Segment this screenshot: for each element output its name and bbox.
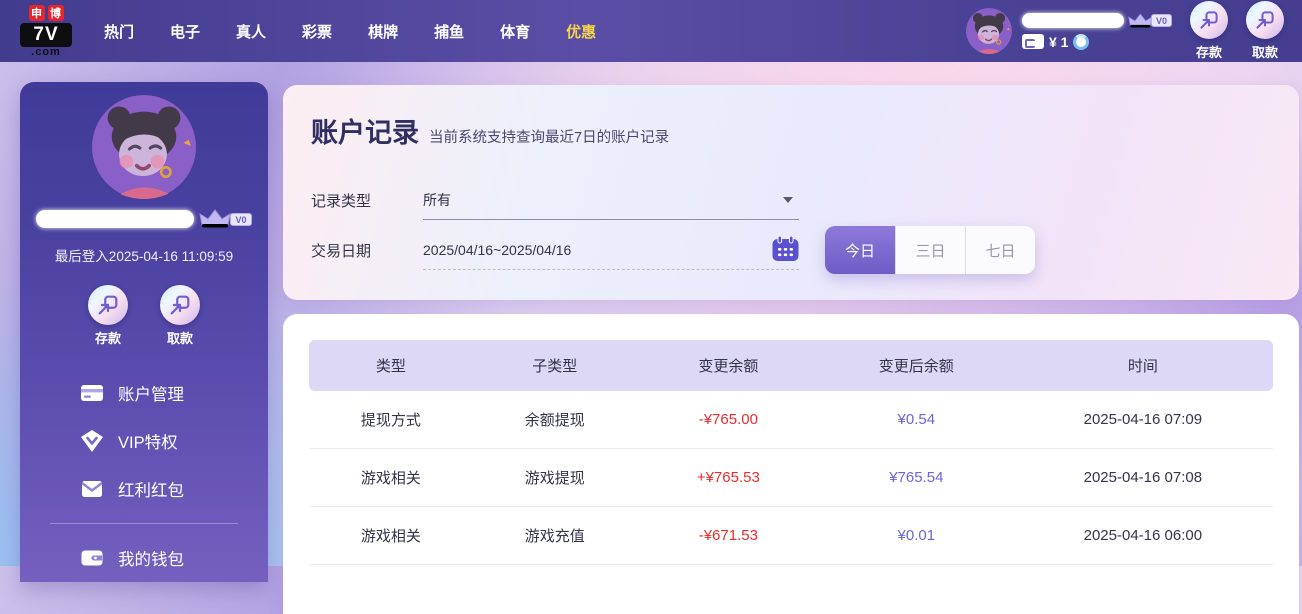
page-title: 账户记录	[311, 111, 419, 150]
withdraw-button[interactable]: 取款	[1246, 1, 1284, 61]
date-range-button-group: 今日 三日 七日	[825, 226, 1035, 274]
cell-balance-after: ¥0.01	[820, 507, 1013, 565]
record-type-select[interactable]: 所有	[423, 180, 799, 220]
cell-change-amount: -¥765.00	[637, 391, 820, 449]
record-type-label: 记录类型	[311, 190, 423, 211]
range-button-7days[interactable]: 七日	[965, 226, 1035, 274]
sidebar-deposit-button[interactable]: 存款	[88, 285, 128, 347]
cell-type: 提现方式	[309, 391, 473, 449]
logo-badge-shen: 申	[29, 5, 45, 21]
withdraw-icon	[160, 285, 200, 325]
logo-suffix-text: .com	[20, 46, 72, 58]
header-subtype: 子类型	[473, 340, 637, 391]
table-header-row: 类型 子类型 变更余额 变更后余额 时间	[309, 340, 1273, 391]
table-row: 提现方式 余额提现 -¥765.00 ¥0.54 2025-04-16 07:0…	[309, 391, 1273, 449]
top-navbar: 申 博 7V .com 热门 电子 真人 彩票 棋牌 捕鱼 体育 优惠 V0 ¥…	[0, 0, 1302, 62]
balance-amount: ¥ 1	[1049, 34, 1068, 50]
nav-item-hot[interactable]: 热门	[104, 21, 134, 42]
vip-crown-icon	[199, 209, 231, 229]
nav-item-sports[interactable]: 体育	[500, 21, 530, 42]
header-change-amount: 变更余额	[637, 340, 820, 391]
deposit-icon	[88, 285, 128, 325]
cell-time: 2025-04-16 07:09	[1013, 391, 1273, 449]
logo-main-text: 7V	[20, 23, 72, 47]
records-table-panel: 类型 子类型 变更余额 变更后余额 时间 提现方式 余额提现 -¥765.00 …	[283, 314, 1299, 614]
sidebar-avatar	[88, 95, 200, 199]
vip-level-badge: V0	[1151, 14, 1172, 27]
sidebar-divider	[50, 523, 238, 524]
table-row: 游戏相关 游戏充值 -¥671.53 ¥0.01 2025-04-16 06:0…	[309, 507, 1273, 565]
vip-level-badge: V0	[230, 213, 251, 226]
page-subtitle: 当前系统支持查询最近7日的账户记录	[429, 126, 669, 147]
cell-time: 2025-04-16 06:00	[1013, 507, 1273, 565]
cell-subtype: 余额提现	[473, 391, 637, 449]
range-button-today[interactable]: 今日	[825, 226, 895, 274]
nav-item-lottery[interactable]: 彩票	[302, 21, 332, 42]
calendar-icon[interactable]	[772, 236, 799, 262]
header-time: 时间	[1013, 340, 1273, 391]
sidebar-item-account-management[interactable]: 账户管理	[20, 369, 268, 417]
record-type-value: 所有	[423, 190, 451, 210]
cell-balance-after: ¥765.54	[820, 449, 1013, 507]
refresh-balance-icon[interactable]	[1073, 34, 1089, 50]
date-range-value: 2025/04/16~2025/04/16	[423, 242, 571, 258]
records-table: 类型 子类型 变更余额 变更后余额 时间 提现方式 余额提现 -¥765.00 …	[309, 340, 1273, 565]
sidebar-withdraw-button[interactable]: 取款	[160, 285, 200, 347]
cell-subtype: 游戏充值	[473, 507, 637, 565]
header-type: 类型	[309, 340, 473, 391]
logo-badge-bo: 博	[48, 5, 64, 21]
sidebar-item-my-wallet[interactable]: 我的钱包	[20, 534, 268, 582]
red-envelope-icon	[80, 477, 104, 501]
date-range-input[interactable]: 2025/04/16~2025/04/16	[423, 230, 799, 270]
withdraw-icon	[1246, 1, 1284, 39]
cell-balance-after: ¥0.54	[820, 391, 1013, 449]
nav-item-boardgames[interactable]: 棋牌	[368, 21, 398, 42]
deposit-icon	[1190, 1, 1228, 39]
chevron-down-icon	[783, 197, 793, 203]
range-button-3days[interactable]: 三日	[895, 226, 965, 274]
last-login-text: 最后登入2025-04-16 11:09:59	[55, 245, 233, 265]
nav-item-live[interactable]: 真人	[236, 21, 266, 42]
main-nav-menu: 热门 电子 真人 彩票 棋牌 捕鱼 体育 优惠	[104, 21, 596, 42]
wallet-chip-icon	[1022, 34, 1044, 49]
vip-crown-icon	[1128, 13, 1153, 29]
username-masked	[36, 210, 194, 228]
nav-item-fishing[interactable]: 捕鱼	[434, 21, 464, 42]
navbar-user-area: V0 ¥ 1 存款 取款	[966, 0, 1284, 62]
nav-item-slots[interactable]: 电子	[170, 21, 200, 42]
site-logo[interactable]: 申 博 7V .com	[20, 5, 72, 58]
username-masked	[1022, 13, 1124, 28]
cell-change-amount: -¥671.53	[637, 507, 820, 565]
sidebar-item-vip-privileges[interactable]: VIP特权	[20, 417, 268, 465]
sidebar-item-bonus-redpacket[interactable]: 红利红包	[20, 465, 268, 513]
vip-badge-icon	[80, 429, 104, 453]
deposit-button[interactable]: 存款	[1190, 1, 1228, 61]
table-row: 游戏相关 游戏提现 +¥765.53 ¥765.54 2025-04-16 07…	[309, 449, 1273, 507]
user-avatar[interactable]	[966, 8, 1012, 54]
wallet-icon	[80, 546, 104, 570]
nav-item-promotions[interactable]: 优惠	[566, 21, 596, 42]
cell-change-amount: +¥765.53	[637, 449, 820, 507]
cell-time: 2025-04-16 07:08	[1013, 449, 1273, 507]
bank-card-icon	[80, 381, 104, 405]
main-content: 账户记录 当前系统支持查询最近7日的账户记录 记录类型 所有 交易日期 2025…	[283, 85, 1299, 614]
cell-type: 游戏相关	[309, 507, 473, 565]
account-sidebar: V0 最后登入2025-04-16 11:09:59 存款 取款 账户管理	[20, 82, 268, 582]
account-records-panel: 账户记录 当前系统支持查询最近7日的账户记录 记录类型 所有 交易日期 2025…	[283, 85, 1299, 300]
cell-subtype: 游戏提现	[473, 449, 637, 507]
date-range-label: 交易日期	[311, 240, 423, 261]
header-balance-after: 变更后余额	[820, 340, 1013, 391]
cell-type: 游戏相关	[309, 449, 473, 507]
